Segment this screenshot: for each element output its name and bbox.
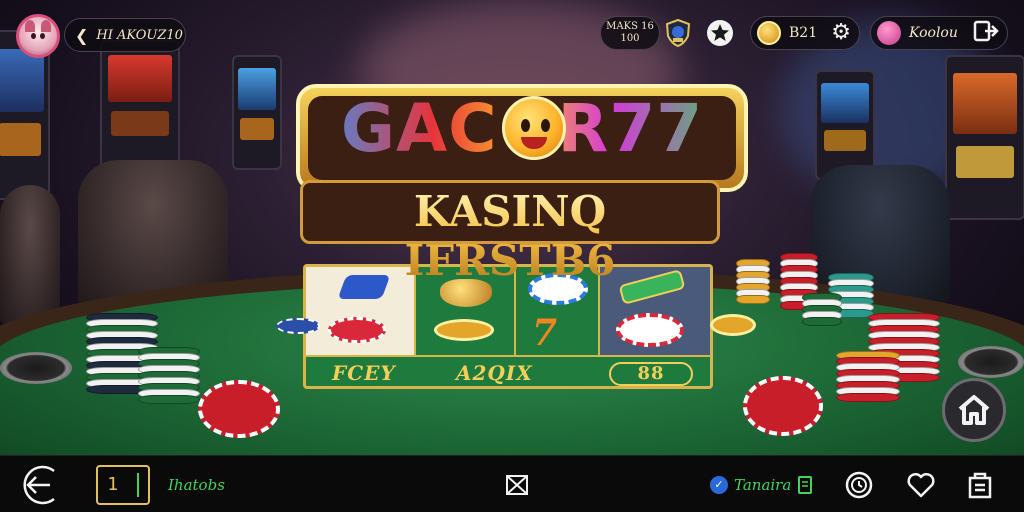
back-button[interactable]: ❮ HI AKOUZ10 (64, 18, 186, 52)
gold-chip-icon (434, 319, 494, 341)
chip-stack-green (138, 347, 200, 404)
casino-chair (0, 185, 60, 325)
logo-title-left: GAC (340, 90, 498, 167)
user-name: Koolou (909, 25, 958, 41)
profile-icon (877, 21, 901, 45)
home-button[interactable] (942, 378, 1006, 442)
coin-icon (757, 21, 781, 45)
red-chip-icon (328, 317, 386, 343)
chevron-left-icon: ❮ (75, 25, 89, 45)
player-avatar[interactable] (16, 14, 60, 58)
bag-button[interactable] (966, 456, 994, 512)
right-menu-link[interactable]: ✓ Tanaira (710, 456, 813, 512)
check-icon: ✓ (710, 475, 728, 494)
left-menu-link[interactable]: Ihatobs (168, 456, 225, 512)
clock-button[interactable] (844, 456, 874, 512)
user-profile-button[interactable]: Koolou (870, 16, 1008, 50)
right-menu-label: Tanaira (734, 475, 792, 494)
level-line-1: MAKS 16 (606, 21, 654, 32)
chip-stack-green (802, 293, 842, 326)
slot-machine (815, 70, 875, 180)
board-label-left: FCEY (332, 361, 396, 385)
mail-icon (506, 474, 528, 495)
game-logo: GAC R77 (296, 84, 748, 192)
board-label-mid: A2QIX (456, 361, 533, 385)
heart-icon (907, 472, 935, 497)
exit-icon[interactable] (973, 20, 999, 46)
coins-value: B21 (789, 25, 818, 41)
slot-machine (945, 55, 1024, 220)
board-label-row: FCEY A2QIX 88 (306, 355, 710, 389)
smiley-mascot-icon (502, 96, 566, 160)
shield-badge-icon[interactable] (662, 17, 694, 49)
star-icon[interactable] (704, 17, 736, 49)
slot-machine (232, 55, 282, 170)
blue-chip (276, 318, 320, 334)
red-white-chip-icon (616, 313, 684, 347)
favorites-button[interactable] (906, 456, 936, 512)
mail-button[interactable] (504, 456, 530, 512)
red-chip (743, 376, 823, 436)
cup-holder (0, 352, 72, 384)
home-icon (958, 395, 990, 425)
counter-box[interactable]: 1 (96, 456, 150, 512)
seven-symbol: 7 (532, 312, 558, 354)
chip-stack-gold (736, 259, 770, 304)
counter-divider (136, 472, 139, 497)
back-label: HI AKOUZ10 (96, 27, 183, 43)
cup-holder (958, 346, 1024, 378)
note-icon (798, 475, 813, 494)
slot-machine (100, 40, 180, 170)
left-menu-label: Ihatobs (168, 475, 225, 494)
back-arrow-button[interactable] (20, 456, 64, 512)
gear-icon[interactable]: ⚙ (831, 22, 851, 44)
chip-stack-red (836, 351, 900, 402)
level-badge[interactable]: MAKS 16 100 (600, 16, 660, 50)
logo-title-right: R77 (557, 90, 704, 167)
clock-icon (845, 471, 873, 498)
coins-display[interactable]: B21 ⚙ (750, 16, 860, 50)
counter-value: 1 (107, 474, 119, 495)
red-chip (198, 380, 280, 438)
logo-subtitle: KASINQ IFRSTB6 (303, 187, 717, 285)
level-line-2: 100 (620, 33, 640, 44)
back-arrow-icon (23, 465, 55, 504)
board-label-right: 88 (609, 362, 693, 386)
logo-subtitle-plate: KASINQ IFRSTB6 (300, 180, 720, 285)
bottom-bar: 1 Ihatobs ✓ Tanaira (0, 455, 1024, 512)
gold-chip (710, 314, 756, 336)
bag-icon (968, 472, 992, 498)
